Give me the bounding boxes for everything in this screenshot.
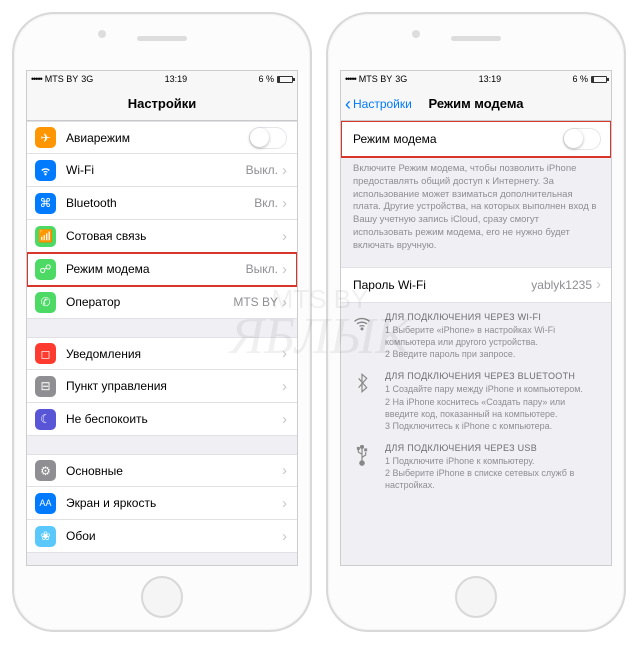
display-icon: AA xyxy=(35,493,56,514)
wallpaper-icon: ❀ xyxy=(35,526,56,547)
row-bluetooth[interactable]: ⌘ Bluetooth Вкл. › xyxy=(27,187,297,220)
hotspot-description: Включите Режим модема, чтобы позволить i… xyxy=(341,157,611,253)
chevron-right-icon: › xyxy=(282,162,287,179)
row-general[interactable]: ⚙ Основные › xyxy=(27,454,297,487)
page-title: Настройки xyxy=(128,96,197,111)
moon-icon: ☾ xyxy=(35,409,56,430)
bluetooth-icon: ⌘ xyxy=(35,193,56,214)
row-wifi-password[interactable]: Пароль Wi-Fi yablyk1235 › xyxy=(341,267,611,303)
gear-icon: ⚙ xyxy=(35,460,56,481)
chevron-right-icon: › xyxy=(282,462,287,479)
status-time: 13:19 xyxy=(165,74,188,84)
chevron-right-icon: › xyxy=(282,528,287,545)
chevron-right-icon: › xyxy=(282,195,287,212)
row-wifi[interactable]: Wi-Fi Выкл. › xyxy=(27,154,297,187)
home-button[interactable] xyxy=(455,576,497,618)
phone-right: ••••• MTS BY 3G 13:19 6 % ‹Настройки Реж… xyxy=(326,12,626,632)
row-control-center[interactable]: ⊟ Пункт управления › xyxy=(27,370,297,403)
chevron-right-icon: › xyxy=(596,276,601,293)
airplane-icon: ✈ xyxy=(35,127,56,148)
row-display[interactable]: AA Экран и яркость › xyxy=(27,487,297,520)
wifi-icon xyxy=(35,160,56,181)
phone-left: ••••• MTS BY 3G 13:19 6 % Настройки ✈ Ав… xyxy=(12,12,312,632)
chevron-right-icon: › xyxy=(282,495,287,512)
wifi-icon xyxy=(351,313,373,336)
chevron-right-icon: › xyxy=(282,378,287,395)
signal-icon: ••••• xyxy=(31,74,42,84)
info-usb: ДЛЯ ПОДКЛЮЧЕНИЯ ЧЕРЕЗ USB 1 Подключите i… xyxy=(341,434,611,494)
usb-icon xyxy=(351,444,373,469)
bluetooth-icon xyxy=(351,372,373,397)
battery-icon xyxy=(591,76,607,83)
row-hotspot-toggle[interactable]: Режим модема xyxy=(341,121,611,157)
chevron-right-icon: › xyxy=(282,294,287,311)
nav-bar: ‹Настройки Режим модема xyxy=(341,87,611,121)
status-bar: ••••• MTS BY 3G 13:19 6 % xyxy=(27,71,297,87)
chevron-right-icon: › xyxy=(282,228,287,245)
info-bluetooth: ДЛЯ ПОДКЛЮЧЕНИЯ ЧЕРЕЗ BLUETOOTH 1 Создай… xyxy=(341,362,611,434)
row-cellular[interactable]: 📶 Сотовая связь › xyxy=(27,220,297,253)
battery-icon xyxy=(277,76,293,83)
row-notifications[interactable]: ◻ Уведомления › xyxy=(27,337,297,370)
screen-right: ••••• MTS BY 3G 13:19 6 % ‹Настройки Реж… xyxy=(340,70,612,566)
back-button[interactable]: ‹Настройки xyxy=(345,97,412,111)
nav-bar: Настройки xyxy=(27,87,297,121)
home-button[interactable] xyxy=(141,576,183,618)
status-bar: ••••• MTS BY 3G 13:19 6 % xyxy=(341,71,611,87)
row-wallpaper[interactable]: ❀ Обои › xyxy=(27,520,297,553)
status-time: 13:19 xyxy=(479,74,502,84)
row-carrier[interactable]: ✆ Оператор MTS BY › xyxy=(27,286,297,319)
row-hotspot[interactable]: ☍ Режим модема Выкл. › xyxy=(27,253,297,286)
control-center-icon: ⊟ xyxy=(35,376,56,397)
cellular-icon: 📶 xyxy=(35,226,56,247)
hotspot-icon: ☍ xyxy=(35,259,56,280)
hotspot-toggle[interactable] xyxy=(563,128,601,150)
screen-left: ••••• MTS BY 3G 13:19 6 % Настройки ✈ Ав… xyxy=(26,70,298,566)
signal-icon: ••••• xyxy=(345,74,356,84)
chevron-right-icon: › xyxy=(282,411,287,428)
phone-icon: ✆ xyxy=(35,292,56,313)
chevron-left-icon: ‹ xyxy=(345,97,351,111)
row-dnd[interactable]: ☾ Не беспокоить › xyxy=(27,403,297,436)
notifications-icon: ◻ xyxy=(35,343,56,364)
page-title: Режим модема xyxy=(428,96,523,111)
chevron-right-icon: › xyxy=(282,261,287,278)
row-airplane[interactable]: ✈ Авиарежим xyxy=(27,121,297,154)
info-wifi: ДЛЯ ПОДКЛЮЧЕНИЯ ЧЕРЕЗ WI-FI 1 Выберите «… xyxy=(341,303,611,363)
airplane-toggle[interactable] xyxy=(249,127,287,149)
chevron-right-icon: › xyxy=(282,345,287,362)
